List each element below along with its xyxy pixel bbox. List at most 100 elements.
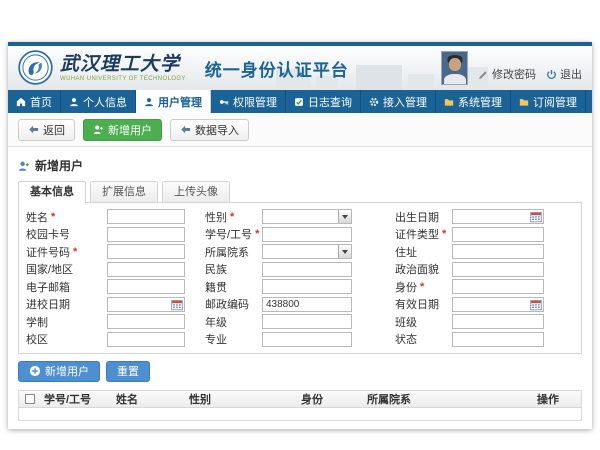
field-label-identity: 身份* xyxy=(395,279,452,295)
valid-date-field xyxy=(452,297,544,312)
nav-tab-user-mgmt[interactable]: 用户管理 xyxy=(136,90,211,113)
col-header-identity: 身份 xyxy=(298,391,364,407)
col-header-department: 所属院系 xyxy=(364,391,534,407)
nav-tab-log-query[interactable]: 日志查询 xyxy=(286,90,361,113)
content-area: 新增用户 基本信息扩展信息上传头像 姓名*校园卡号证件号码*国家/地区电子邮箱进… xyxy=(8,147,592,429)
ethnicity-input[interactable] xyxy=(263,263,351,276)
import-arrow-icon xyxy=(180,124,191,135)
tab-extended-info[interactable]: 扩展信息 xyxy=(90,181,158,202)
change-password-link[interactable]: 修改密码 xyxy=(478,66,536,85)
dropdown-arrow-icon[interactable] xyxy=(338,210,351,223)
app-window: 武汉理工大学 WUHAN UNIVERSITY OF TECHNOLOGY 统一… xyxy=(8,42,592,429)
basic-info-form: 姓名*校园卡号证件号码*国家/地区电子邮箱进校日期学制校区性别*学号/工号*所属… xyxy=(23,209,577,347)
submit-add-user-button[interactable]: 新增用户 xyxy=(18,361,100,382)
form-column-1: 姓名*校园卡号证件号码*国家/地区电子邮箱进校日期学制校区 xyxy=(23,209,205,347)
nav-tab-home[interactable]: 首页 xyxy=(8,90,61,113)
status-input[interactable] xyxy=(453,333,543,346)
field-political-status: 政治面貌 xyxy=(395,262,577,277)
required-mark: * xyxy=(51,212,55,222)
nav-tab-access-mgmt[interactable]: 接入管理 xyxy=(361,90,436,113)
field-identity: 身份* xyxy=(395,279,577,294)
major-input[interactable] xyxy=(263,333,351,346)
select-all-checkbox[interactable] xyxy=(25,394,35,404)
col-header-student-no: 学号/工号 xyxy=(41,391,113,407)
checklist-icon xyxy=(294,97,304,107)
postal-code-input[interactable] xyxy=(263,298,351,311)
nav-tab-label: 系统管理 xyxy=(458,94,502,110)
nav-tab-label: 首页 xyxy=(30,94,52,110)
class-input[interactable] xyxy=(453,315,543,328)
tab-upload-avatar[interactable]: 上传头像 xyxy=(162,181,230,202)
status-field xyxy=(452,332,544,347)
dropdown-arrow-icon[interactable] xyxy=(338,245,351,258)
field-label-id-number: 证件号码* xyxy=(23,244,107,260)
field-class: 班级 xyxy=(395,314,577,329)
tab-basic-info[interactable]: 基本信息 xyxy=(18,181,86,203)
col-header-name: 姓名 xyxy=(113,391,186,407)
student-no-field xyxy=(262,227,352,242)
field-label-campus-card-no: 校园卡号 xyxy=(23,226,107,242)
grade-input[interactable] xyxy=(263,315,351,328)
country-region-input[interactable] xyxy=(108,263,184,276)
identity-input[interactable] xyxy=(453,280,543,293)
university-name-cn: 武汉理工大学 xyxy=(60,54,186,76)
field-label-address: 住址 xyxy=(395,244,452,260)
required-mark: * xyxy=(420,282,424,292)
nav-tab-system-mgmt[interactable]: 系统管理 xyxy=(436,90,511,113)
user-avatar[interactable] xyxy=(441,51,468,85)
nav-tab-subscription-mgmt[interactable]: 订阅管理 xyxy=(511,90,586,113)
campus-card-no-input[interactable] xyxy=(108,228,184,241)
native-place-input[interactable] xyxy=(263,280,351,293)
reset-button[interactable]: 重置 xyxy=(106,361,150,382)
email-input[interactable] xyxy=(108,280,184,293)
empty-table-row xyxy=(19,408,581,420)
main-nav: 首页 个人信息 用户管理权限管理日志查询 接入管理 系统管理订阅管理 xyxy=(8,90,592,113)
field-label-name: 姓名* xyxy=(23,209,107,225)
field-label-gender: 性别* xyxy=(205,209,262,225)
required-mark: * xyxy=(73,247,77,257)
new-user-section-head: 新增用户 xyxy=(18,155,582,181)
field-label-major: 专业 xyxy=(205,331,262,347)
political-status-input[interactable] xyxy=(453,263,543,276)
nav-tab-permission-mgmt[interactable]: 权限管理 xyxy=(211,90,286,113)
nav-tab-label: 个人信息 xyxy=(83,94,127,110)
required-mark: * xyxy=(255,229,259,239)
key-icon xyxy=(219,97,229,107)
calendar-icon[interactable] xyxy=(530,299,542,311)
gender-input[interactable] xyxy=(263,210,338,223)
basic-info-panel: 姓名*校园卡号证件号码*国家/地区电子邮箱进校日期学制校区性别*学号/工号*所属… xyxy=(18,202,582,354)
student-no-input[interactable] xyxy=(263,228,351,241)
native-place-field xyxy=(262,279,352,294)
back-button[interactable]: 返回 xyxy=(18,119,75,141)
campus-input[interactable] xyxy=(108,333,184,346)
nav-tab-profile[interactable]: 个人信息 xyxy=(61,90,136,113)
folder-icon xyxy=(444,97,454,107)
id-number-input[interactable] xyxy=(108,245,184,258)
field-grade: 年级 xyxy=(205,314,395,329)
nav-tab-label: 用户管理 xyxy=(158,94,202,110)
add-user-button[interactable]: 新增用户 xyxy=(83,119,162,141)
university-name-en: WUHAN UNIVERSITY OF TECHNOLOGY xyxy=(60,76,186,82)
user-icon xyxy=(69,97,79,107)
logout-link[interactable]: 退出 xyxy=(546,66,582,85)
calendar-icon[interactable] xyxy=(171,299,183,311)
country-region-field xyxy=(107,262,185,277)
form-tabs: 基本信息扩展信息上传头像 xyxy=(18,181,582,202)
education-length-input[interactable] xyxy=(108,315,184,328)
submit-label: 新增用户 xyxy=(45,363,89,379)
data-import-button[interactable]: 数据导入 xyxy=(170,119,249,141)
calendar-icon[interactable] xyxy=(530,211,542,223)
form-column-3: 出生日期证件类型*住址政治面貌身份*有效日期班级状态 xyxy=(395,209,577,347)
id-type-input[interactable] xyxy=(453,228,543,241)
field-label-valid-date: 有效日期 xyxy=(395,296,452,312)
field-entry-date: 进校日期 xyxy=(23,297,205,312)
name-input[interactable] xyxy=(108,210,184,223)
address-input[interactable] xyxy=(453,245,543,258)
department-input[interactable] xyxy=(263,245,338,258)
required-mark: * xyxy=(230,212,234,222)
nav-tab-label: 接入管理 xyxy=(383,94,427,110)
logout-label: 退出 xyxy=(560,66,582,82)
address-field xyxy=(452,244,544,259)
gender-field xyxy=(262,209,352,224)
grade-field xyxy=(262,314,352,329)
